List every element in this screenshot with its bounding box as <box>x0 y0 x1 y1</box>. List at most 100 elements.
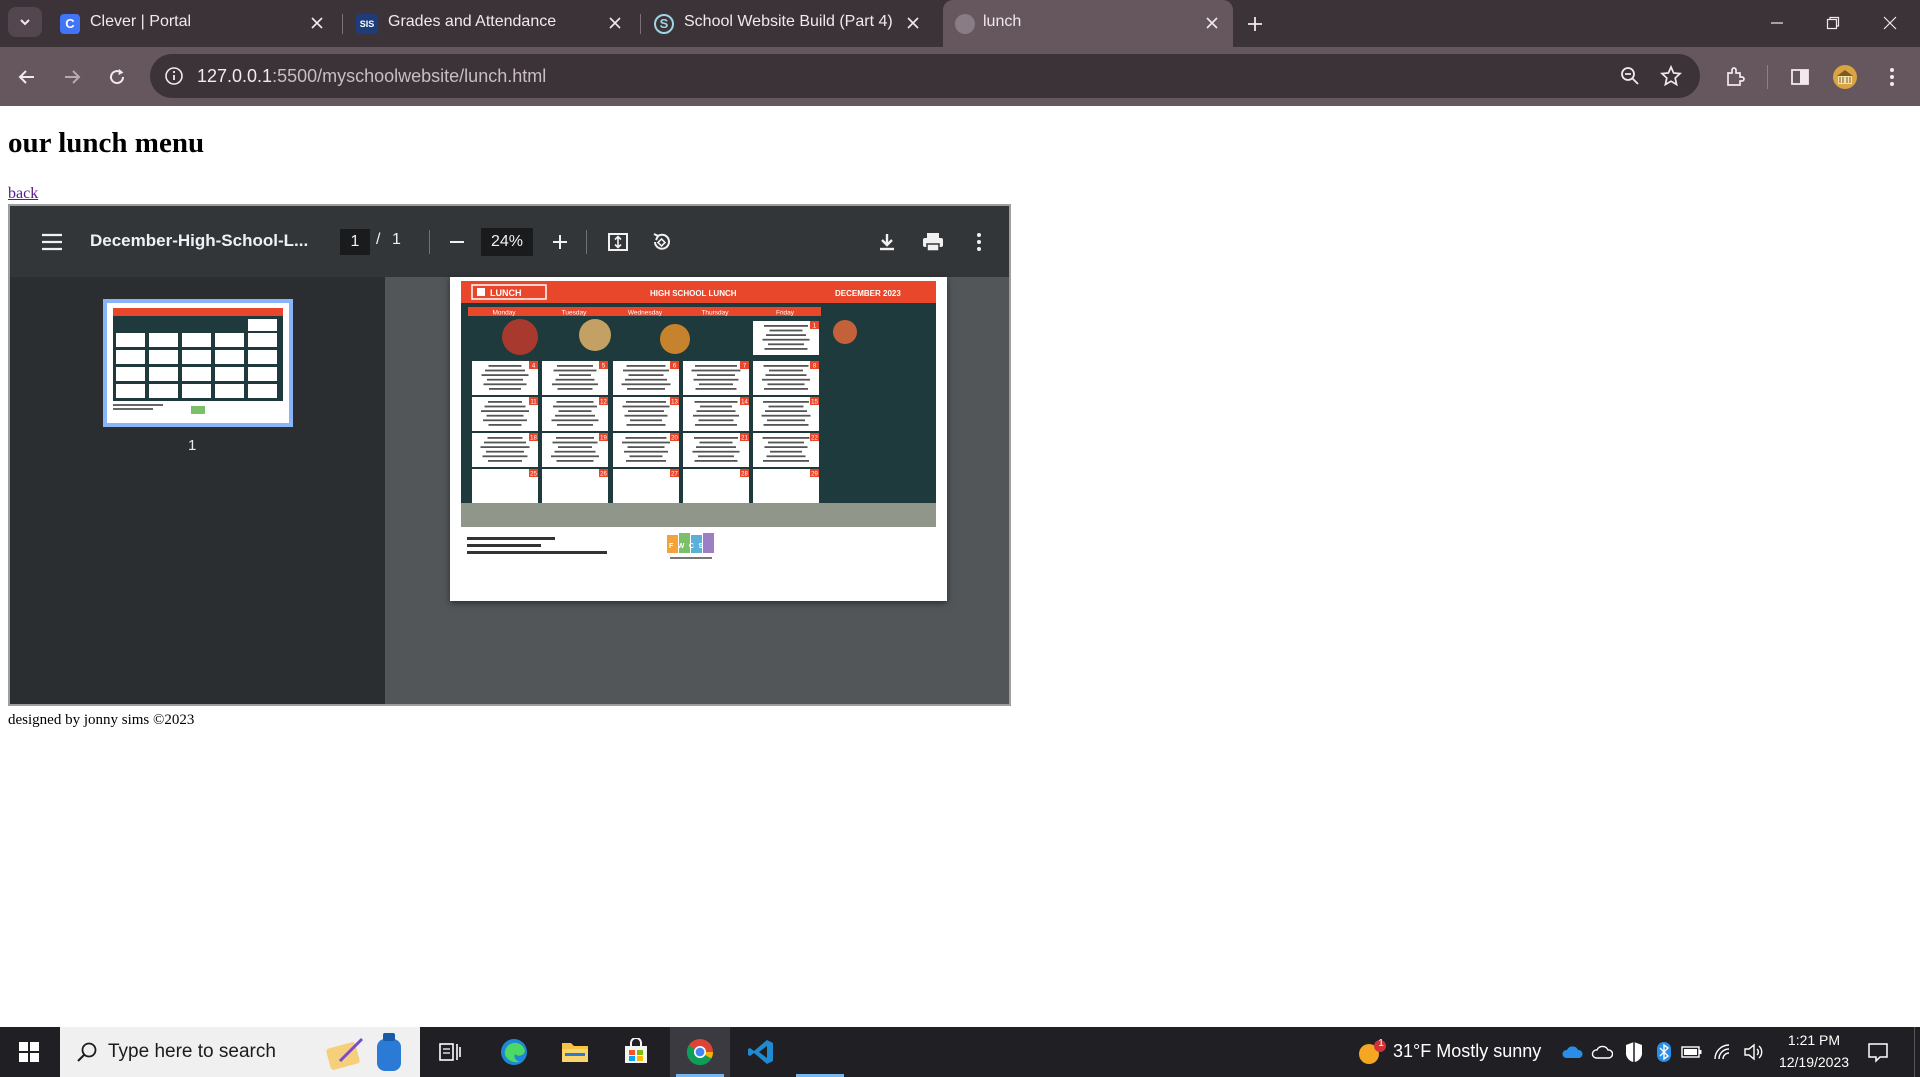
menu-item-line <box>626 365 666 367</box>
close-tab-icon[interactable] <box>306 12 328 34</box>
weather-icon[interactable]: 1 <box>1356 1038 1386 1072</box>
close-tab-icon[interactable] <box>1201 12 1223 34</box>
chrome-taskbar-button[interactable] <box>670 1027 730 1077</box>
menu-item-line <box>769 329 803 332</box>
menu-item-line <box>484 405 526 408</box>
page-title: our lunch menu <box>8 127 205 159</box>
menu-item-line <box>762 378 810 381</box>
wifi-icon[interactable] <box>1712 1040 1736 1064</box>
restore-button[interactable] <box>1816 8 1850 38</box>
pdf-more-button[interactable] <box>963 226 995 258</box>
menu-item-line <box>693 378 739 381</box>
menu-item-line <box>764 325 808 327</box>
footnote-line <box>467 537 555 540</box>
rotate-button[interactable] <box>645 226 677 258</box>
forward-button[interactable] <box>57 62 87 92</box>
tab-title: lunch <box>983 13 1022 30</box>
menu-item-line <box>621 383 671 386</box>
bluetooth-icon[interactable] <box>1652 1040 1676 1064</box>
arrow-right-icon <box>65 70 81 84</box>
security-shield-icon[interactable] <box>1622 1040 1646 1064</box>
print-button[interactable] <box>917 226 949 258</box>
task-view-button[interactable] <box>420 1027 480 1077</box>
url-text[interactable]: 127.0.0.1:5500/myschoolwebsite/lunch.htm… <box>197 66 546 87</box>
menu-day-cell <box>472 469 538 503</box>
hamburger-icon <box>42 233 62 251</box>
file-explorer-button[interactable] <box>545 1027 605 1077</box>
menu-item-line <box>481 374 529 376</box>
menu-item-line <box>486 414 524 417</box>
menu-item-line <box>554 450 596 453</box>
start-button[interactable] <box>0 1027 58 1077</box>
menu-item-line <box>622 405 670 408</box>
tab-clever-portal[interactable]: C Clever | Portal <box>48 0 338 47</box>
taskbar-search-box[interactable]: Type here to search <box>60 1027 420 1077</box>
back-link[interactable]: back <box>8 185 38 203</box>
close-tab-icon[interactable] <box>902 12 924 34</box>
vscode-taskbar-button[interactable] <box>731 1027 791 1077</box>
weather-text[interactable]: 31°F Mostly sunny <box>1393 1041 1541 1062</box>
task-view-icon <box>439 1043 461 1061</box>
menu-item-line <box>767 419 805 422</box>
site-info-icon[interactable] <box>164 66 184 91</box>
volume-icon[interactable] <box>1742 1040 1766 1064</box>
reload-button[interactable] <box>102 62 132 92</box>
zoom-level-input[interactable]: 24% <box>481 228 533 256</box>
menu-item-line <box>558 410 592 412</box>
menu-item-line <box>628 410 664 412</box>
profile-avatar[interactable] <box>1830 62 1860 92</box>
zoom-in-button[interactable] <box>544 226 576 258</box>
onedrive-icon[interactable] <box>1560 1040 1584 1064</box>
menu-item-line <box>626 401 666 403</box>
date-badge-number: 22 <box>811 436 818 442</box>
notification-center-icon[interactable] <box>1866 1040 1890 1064</box>
zoom-out-button[interactable] <box>441 226 473 258</box>
lunch-badge-text: LUNCH <box>490 288 522 298</box>
battery-icon[interactable] <box>1680 1040 1704 1064</box>
menu-item-line <box>625 378 667 381</box>
date-badge-number: 12 <box>600 400 607 406</box>
clock-time[interactable]: 1:21 PM <box>1786 1032 1842 1048</box>
menu-item-line <box>552 383 598 386</box>
microsoft-store-button[interactable] <box>606 1027 666 1077</box>
back-button[interactable] <box>12 62 42 92</box>
zoom-icon[interactable] <box>1620 66 1640 91</box>
pdf-file-title: December-High-School-L... <box>90 231 309 250</box>
menu-item-line <box>553 369 597 372</box>
page-number-input[interactable]: 1 <box>340 229 370 255</box>
menu-item-line <box>768 441 804 444</box>
bookmark-star-icon[interactable] <box>1660 64 1682 92</box>
new-tab-button[interactable] <box>1240 9 1270 39</box>
clock-date[interactable]: 12/19/2023 <box>1774 1054 1854 1070</box>
download-button[interactable] <box>871 226 903 258</box>
extensions-icon[interactable] <box>1720 62 1750 92</box>
browser-toolbar: 127.0.0.1:5500/myschoolwebsite/lunch.htm… <box>0 47 1920 106</box>
tab-school-website-build[interactable]: S School Website Build (Part 4) - C <box>644 0 934 47</box>
show-desktop-button[interactable] <box>1914 1027 1920 1077</box>
close-tab-icon[interactable] <box>604 12 626 34</box>
more-menu-icon[interactable] <box>1877 62 1907 92</box>
edge-taskbar-button[interactable] <box>484 1027 544 1077</box>
pdf-document-area[interactable]: LUNCH HIGH SCHOOL LUNCH DECEMBER 2023 Mo… <box>385 277 1009 704</box>
tab-title: School Website Build (Part 4) - C <box>684 13 896 30</box>
date-badge-number: 13 <box>671 400 678 406</box>
page-thumbnail[interactable] <box>103 299 293 427</box>
side-panel-icon[interactable] <box>1785 62 1815 92</box>
restore-icon <box>1826 16 1840 30</box>
menu-item-line <box>480 446 530 448</box>
tab-lunch[interactable]: lunch <box>943 0 1233 47</box>
tab-search-button[interactable] <box>8 7 42 37</box>
date-badge-number: 15 <box>811 400 818 406</box>
minimize-button[interactable] <box>1760 8 1794 38</box>
pdf-menu-button[interactable] <box>36 226 68 258</box>
menu-item-line <box>488 424 522 426</box>
pdf-viewer[interactable]: December-High-School-L... 1 / 1 24% 1 LU… <box>8 204 1011 706</box>
close-window-button[interactable] <box>1873 8 1907 38</box>
menu-item-line <box>764 446 808 448</box>
tab-grades-attendance[interactable]: SIS Grades and Attendance <box>346 0 636 47</box>
network-cloud-icon[interactable] <box>1590 1040 1614 1064</box>
menu-item-line <box>485 369 525 372</box>
vscode-icon <box>748 1040 773 1064</box>
fit-to-page-button[interactable] <box>602 226 634 258</box>
address-bar[interactable]: 127.0.0.1:5500/myschoolwebsite/lunch.htm… <box>150 54 1700 98</box>
